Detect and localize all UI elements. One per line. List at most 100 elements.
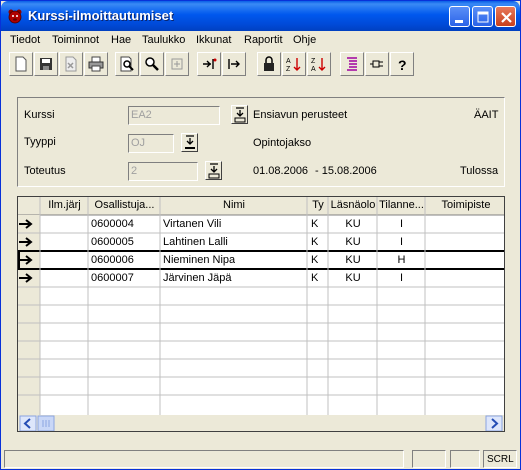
menu-hae[interactable]: Hae (111, 34, 131, 46)
col-header-nimi[interactable]: Nimi (161, 199, 307, 213)
row-arrow-icon[interactable] (18, 272, 34, 284)
cell-ty[interactable]: K (311, 271, 318, 286)
lookup-arrow-icon (234, 107, 246, 123)
close-icon (501, 12, 512, 23)
cell-lasnaolo[interactable]: KU (329, 217, 377, 232)
cell-osallistuja[interactable]: 0600004 (91, 217, 134, 232)
print-icon (88, 56, 104, 72)
import-button[interactable] (197, 52, 221, 76)
cell-ty[interactable]: K (311, 235, 318, 250)
cell-ty[interactable]: K (311, 253, 318, 268)
save-button[interactable] (34, 52, 58, 76)
row-arrow-icon[interactable] (18, 218, 34, 230)
cell-tilanne[interactable]: I (378, 271, 425, 286)
col-header-ilm-jarj[interactable]: Ilm.järj (41, 199, 88, 213)
cell-lasnaolo[interactable]: KU (329, 271, 377, 286)
toteutus-field[interactable]: 2 (128, 162, 198, 181)
cell-lasnaolo[interactable]: KU (329, 253, 377, 268)
status-panel-main (4, 450, 404, 468)
new-button[interactable] (9, 52, 33, 76)
cell-ty[interactable]: K (311, 217, 318, 232)
print-preview-button[interactable] (115, 52, 139, 76)
print-preview-icon (120, 56, 134, 72)
menu-tiedot[interactable]: Tiedot (10, 34, 40, 46)
tyyppi-label: Tyyppi (24, 136, 56, 148)
status-text: Tulossa (460, 165, 499, 177)
window-title: Kurssi-ilmoittautumiset (28, 8, 174, 23)
print-button[interactable] (84, 52, 108, 76)
title-bar[interactable]: Kurssi-ilmoittautumiset (1, 1, 520, 31)
sort-desc-icon: ZA (311, 58, 326, 72)
sort-asc-icon: AZ (286, 58, 301, 72)
minimize-button[interactable] (449, 6, 470, 27)
cell-osallistuja[interactable]: 0600006 (91, 253, 134, 268)
search-icon (145, 57, 159, 71)
cell-tilanne[interactable]: H (378, 253, 425, 268)
pin-icon (370, 60, 383, 68)
row-arrow-icon[interactable] (18, 236, 34, 248)
export-button[interactable] (222, 52, 246, 76)
col-header-lasnaolo[interactable]: Läsnäolo (329, 199, 377, 213)
status-bar: SCRL (1, 447, 520, 470)
status-panel-2 (412, 450, 446, 468)
maximize-icon (477, 11, 489, 23)
search-button[interactable] (140, 52, 164, 76)
lock-button[interactable] (257, 52, 281, 76)
date-start: 01.08.2006 (253, 165, 309, 177)
list-button[interactable] (340, 52, 364, 76)
cell-nimi[interactable]: Virtanen Vili (163, 217, 221, 232)
cell-lasnaolo[interactable]: KU (329, 235, 377, 250)
cell-nimi[interactable]: Järvinen Jäpä (163, 271, 232, 286)
sort-asc-button[interactable]: AZ (282, 52, 306, 76)
svg-text:Z: Z (311, 58, 316, 65)
menu-toiminnot[interactable]: Toiminnot (52, 34, 99, 46)
sort-desc-button[interactable]: ZA (307, 52, 331, 76)
cell-tilanne[interactable]: I (378, 217, 425, 232)
cell-nimi[interactable]: Nieminen Nipa (163, 253, 235, 268)
cell-osallistuja[interactable]: 0600005 (91, 235, 134, 250)
minimize-icon (455, 20, 463, 23)
kurssi-field[interactable]: EA2 (128, 106, 220, 125)
save-icon (40, 58, 52, 70)
export-icon (228, 59, 240, 69)
cell-tilanne[interactable]: I (378, 235, 425, 250)
svg-text:A: A (286, 58, 291, 65)
col-header-toimipiste[interactable]: Toimipiste (426, 199, 504, 213)
delete-icon (65, 56, 77, 72)
import-icon (203, 58, 217, 69)
grid-lines (18, 197, 504, 431)
close-button[interactable] (495, 6, 516, 27)
col-header-ty[interactable]: Ty (308, 199, 328, 213)
kurssi-lookup-button[interactable] (231, 105, 248, 124)
menu-ikkunat[interactable]: Ikkunat (196, 34, 231, 46)
toteutus-label: Toteutus (24, 165, 66, 177)
menu-taulukko[interactable]: Taulukko (142, 34, 185, 46)
date-end: - 15.08.2006 (315, 165, 377, 177)
kurssi-label: Kurssi (24, 109, 55, 121)
list-icon (347, 57, 357, 71)
tyyppi-name: Opintojakso (253, 137, 312, 149)
maximize-button[interactable] (472, 6, 493, 27)
delete-button[interactable] (59, 52, 83, 76)
toolbar: AZ ZA ? (7, 52, 515, 80)
menu-raportit[interactable]: Raportit (244, 34, 283, 46)
col-header-osallistuja[interactable]: Osallistuja... (89, 199, 160, 213)
pin-button[interactable] (365, 52, 389, 76)
app-bear-icon (8, 9, 22, 24)
tyyppi-field[interactable]: OJ (128, 134, 174, 153)
tyyppi-lookup-button[interactable] (181, 133, 198, 152)
toteutus-lookup-button[interactable] (205, 161, 222, 180)
status-scrl: SCRL (483, 450, 517, 468)
lookup-button[interactable] (165, 52, 189, 76)
menu-ohje[interactable]: Ohje (293, 34, 316, 46)
svg-text:?: ? (398, 57, 407, 72)
row-arrow-icon[interactable] (18, 254, 34, 266)
svg-text:Z: Z (286, 66, 291, 72)
course-info-panel: Kurssi EA2 Ensiavun perusteet ÄAIT Tyypp… (17, 97, 505, 187)
col-header-tilanne[interactable]: Tilanne... (378, 199, 425, 213)
help-button[interactable]: ? (390, 52, 414, 76)
cell-osallistuja[interactable]: 0600007 (91, 271, 134, 286)
cell-nimi[interactable]: Lahtinen Lalli (163, 235, 228, 250)
participants-grid: Ilm.järj Osallistuja... Nimi Ty Läsnäolo… (17, 196, 505, 432)
kurssi-code: ÄAIT (474, 109, 499, 121)
